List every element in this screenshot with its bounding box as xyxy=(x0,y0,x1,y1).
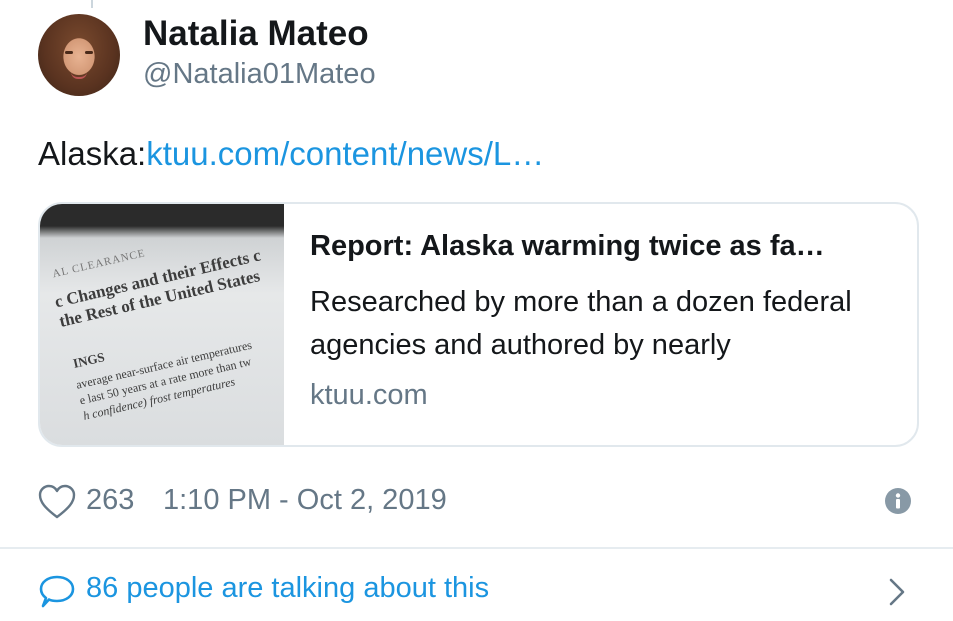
link-preview-card[interactable]: AL CLEARANCE c Changes and their Effects… xyxy=(38,202,919,447)
thumbnail-document: AL CLEARANCE c Changes and their Effects… xyxy=(40,204,284,445)
tweet-meta-row: 263 1:10 PM - Oct 2, 2019 xyxy=(38,482,915,522)
tweet-link[interactable]: ktuu.com/content/news/L… xyxy=(146,135,544,172)
avatar[interactable] xyxy=(38,14,120,96)
card-domain: ktuu.com xyxy=(310,379,428,411)
thumbnail-text-line: INGS xyxy=(71,349,106,371)
card-title[interactable]: Report: Alaska warming twice as fa… xyxy=(310,230,897,263)
like-count[interactable]: 263 xyxy=(86,484,134,517)
conversation-link[interactable]: 86 people are talking about this xyxy=(38,570,915,614)
author-name[interactable]: Natalia Mateo xyxy=(143,14,369,54)
author-handle[interactable]: @Natalia01Mateo xyxy=(143,58,376,91)
card-body: Report: Alaska warming twice as fa… Rese… xyxy=(310,230,897,412)
avatar-smile xyxy=(71,72,87,79)
tweet-timestamp[interactable]: 1:10 PM - Oct 2, 2019 xyxy=(163,484,447,517)
chevron-right-icon[interactable] xyxy=(887,576,907,608)
info-icon[interactable] xyxy=(885,488,911,514)
divider xyxy=(0,547,953,549)
tweet-text: Alaska:ktuu.com/content/news/L… xyxy=(38,135,544,173)
card-description: Researched by more than a dozen federal … xyxy=(310,286,852,361)
tweet-text-prefix: Alaska: xyxy=(38,135,147,172)
thread-connector-line xyxy=(91,0,93,8)
card-thumbnail[interactable]: AL CLEARANCE c Changes and their Effects… xyxy=(40,204,284,445)
avatar-eye xyxy=(85,51,93,54)
speech-bubble-icon xyxy=(38,574,76,610)
heart-icon[interactable] xyxy=(38,484,76,520)
conversation-label[interactable]: 86 people are talking about this xyxy=(86,572,489,605)
avatar-eye xyxy=(65,51,73,54)
